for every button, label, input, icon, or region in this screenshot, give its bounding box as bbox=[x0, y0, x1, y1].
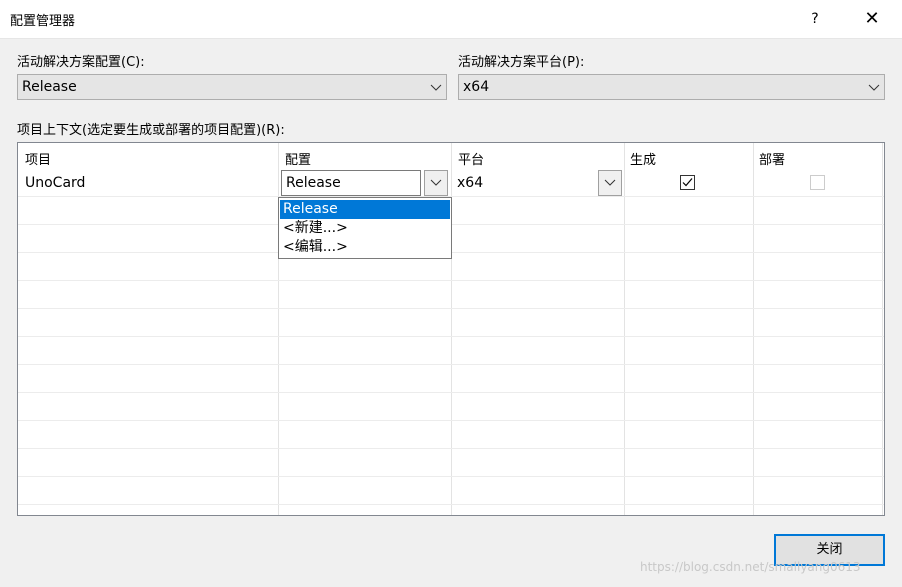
platform-cell-value[interactable]: x64 bbox=[457, 175, 483, 191]
row-divider bbox=[18, 308, 884, 309]
config-cell-combobox[interactable]: Release bbox=[281, 170, 421, 196]
active-platform-value: x64 bbox=[463, 79, 490, 95]
checkmark-icon bbox=[682, 178, 693, 187]
project-context-label: 项目上下文(选定要生成或部署的项目配置)(R): bbox=[17, 123, 285, 138]
active-platform-combobox[interactable]: x64 bbox=[458, 74, 885, 100]
deploy-checkbox bbox=[810, 175, 825, 190]
active-platform-label: 活动解决方案平台(P): bbox=[458, 55, 585, 70]
platform-dropdown-button[interactable] bbox=[598, 170, 622, 196]
column-divider bbox=[624, 143, 625, 515]
column-header-build[interactable]: 生成 bbox=[630, 149, 656, 168]
column-header-deploy[interactable]: 部署 bbox=[759, 149, 785, 168]
config-dropdown-list: Release <新建...> <编辑...> bbox=[278, 197, 452, 259]
chevron-down-icon bbox=[430, 84, 442, 91]
active-config-combobox[interactable]: Release bbox=[17, 74, 447, 100]
dropdown-option-new[interactable]: <新建...> bbox=[280, 219, 450, 238]
row-divider bbox=[18, 280, 884, 281]
active-config-label: 活动解决方案配置(C): bbox=[17, 55, 145, 70]
dropdown-option-edit[interactable]: <编辑...> bbox=[280, 238, 450, 257]
chevron-down-icon bbox=[868, 84, 880, 91]
chevron-down-icon bbox=[430, 179, 442, 186]
config-cell-value: Release bbox=[286, 175, 341, 191]
window-close-button[interactable]: ✕ bbox=[852, 2, 892, 36]
build-checkbox[interactable] bbox=[680, 175, 695, 190]
row-divider bbox=[18, 336, 884, 337]
help-button[interactable]: ? bbox=[800, 2, 830, 36]
column-header-config[interactable]: 配置 bbox=[285, 149, 311, 168]
row-divider bbox=[18, 364, 884, 365]
project-name-cell[interactable]: UnoCard bbox=[25, 175, 85, 191]
row-divider bbox=[18, 420, 884, 421]
watermark: https://blog.csdn.net/smallyang0613 bbox=[640, 560, 861, 574]
dropdown-option-release[interactable]: Release bbox=[280, 200, 450, 219]
row-divider bbox=[18, 476, 884, 477]
title-bar: 配置管理器 ? ✕ bbox=[0, 0, 902, 39]
row-divider bbox=[18, 504, 884, 505]
row-divider bbox=[18, 392, 884, 393]
chevron-down-icon bbox=[604, 179, 616, 186]
column-divider bbox=[882, 143, 883, 515]
column-header-project[interactable]: 项目 bbox=[25, 149, 51, 168]
row-divider bbox=[18, 448, 884, 449]
column-header-platform[interactable]: 平台 bbox=[458, 149, 484, 168]
active-config-value: Release bbox=[22, 79, 77, 95]
project-context-grid: 项目 配置 平台 生成 部署 UnoCard Release x64 Relea… bbox=[17, 142, 885, 516]
config-dropdown-button[interactable] bbox=[424, 170, 448, 196]
window-title: 配置管理器 bbox=[10, 14, 76, 29]
column-divider bbox=[753, 143, 754, 515]
